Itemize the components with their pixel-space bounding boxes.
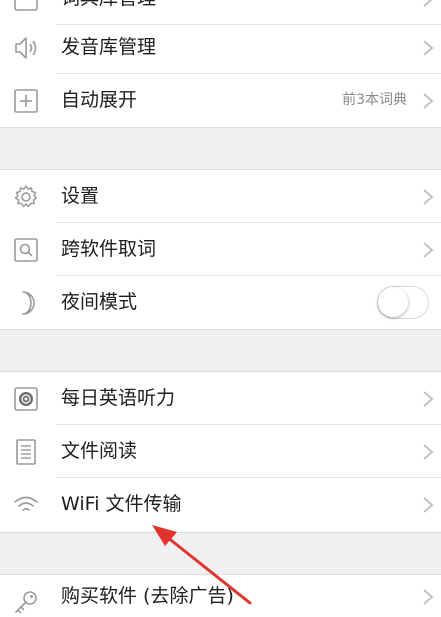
- menu-item-label: 设置: [61, 185, 100, 207]
- chevron-right-icon: [421, 389, 435, 409]
- audio-disc-icon: [12, 385, 40, 413]
- menu-item-label: 发音库管理: [61, 36, 157, 58]
- menu-group-3: 每日英语听力 文件阅读 WiFi 文件传输: [0, 372, 441, 532]
- chevron-right-icon: [421, 442, 435, 462]
- menu-item-night-mode: 夜间模式: [0, 276, 441, 329]
- menu-item-label: 跨软件取词: [61, 238, 157, 260]
- chevron-right-icon: [421, 187, 435, 207]
- chevron-right-icon: [421, 0, 435, 9]
- gear-icon: [12, 183, 40, 211]
- key-icon: [12, 588, 40, 616]
- menu-item-pronunciation-management[interactable]: 发音库管理: [0, 21, 441, 74]
- menu-item-buy-software[interactable]: 购买软件 (去除广告): [0, 575, 441, 617]
- menu-group-4: 购买软件 (去除广告): [0, 575, 441, 617]
- menu-group-2: 设置 跨软件取词 夜间模式: [0, 170, 441, 329]
- menu-item-label: 文件阅读: [61, 440, 138, 462]
- chevron-right-icon: [421, 587, 435, 607]
- menu-item-settings[interactable]: 设置: [0, 170, 441, 223]
- plus-square-icon: [12, 87, 40, 115]
- menu-item-label: WiFi 文件传输: [61, 493, 182, 515]
- menu-item-label: 购买软件 (去除广告): [61, 585, 234, 607]
- menu-group-1: 词典库管理 发音库管理 自动展开 前3本词典: [0, 0, 441, 127]
- chevron-right-icon: [421, 240, 435, 260]
- document-icon: [12, 438, 40, 466]
- menu-item-file-reading[interactable]: 文件阅读: [0, 425, 441, 478]
- night-mode-toggle[interactable]: [377, 286, 429, 319]
- menu-item-label: 夜间模式: [61, 291, 138, 313]
- speaker-icon: [12, 34, 40, 62]
- toggle-knob: [378, 287, 408, 317]
- menu-item-label: 自动展开: [61, 89, 138, 111]
- dictionary-icon: [12, 0, 40, 13]
- magnifier-icon: [12, 236, 40, 264]
- chevron-right-icon: [421, 495, 435, 515]
- menu-item-auto-expand[interactable]: 自动展开 前3本词典: [0, 74, 441, 127]
- menu-item-label: 每日英语听力: [61, 387, 176, 409]
- menu-item-daily-english-listening[interactable]: 每日英语听力: [0, 372, 441, 425]
- auto-expand-value: 前3本词典: [342, 92, 407, 108]
- moon-icon: [12, 289, 40, 317]
- chevron-right-icon: [421, 38, 435, 58]
- wifi-icon: [12, 491, 40, 519]
- menu-item-wifi-file-transfer[interactable]: WiFi 文件传输: [0, 478, 441, 531]
- menu-item-cross-app-lookup[interactable]: 跨软件取词: [0, 223, 441, 276]
- chevron-right-icon: [421, 91, 435, 111]
